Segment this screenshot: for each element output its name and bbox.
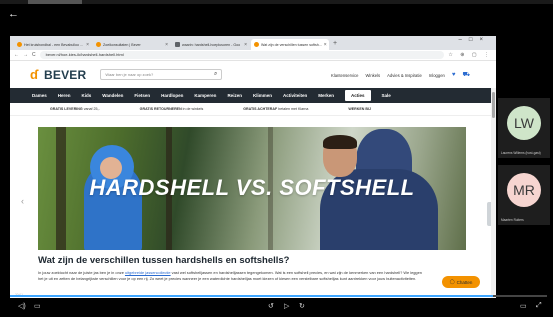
rewind-icon[interactable]: ↺ <box>268 302 274 310</box>
bever-logo[interactable]: ɗ BEVER <box>30 68 86 82</box>
search-input[interactable]: Waar ben je naar op zoek? ⌕ <box>100 69 223 80</box>
browser-tab[interactable]: waarin: hardshell-hoeplusoren - Goo × <box>172 39 250 50</box>
progress-fill <box>10 295 494 297</box>
new-tab-icon[interactable]: + <box>333 40 337 47</box>
article-intro: In jouw zoektocht naar de juiste jas ben… <box>38 270 422 282</box>
back-icon[interactable]: ← <box>14 52 19 58</box>
nav-item[interactable]: Kids <box>82 93 92 98</box>
nav-item[interactable]: Dames <box>32 93 47 98</box>
link-advies[interactable]: Advies & Inspiratie <box>387 73 422 78</box>
scrollbar-thumb[interactable] <box>492 92 495 118</box>
close-tab-icon[interactable]: × <box>165 42 168 48</box>
wishlist-heart-icon[interactable]: ♥ <box>452 72 456 78</box>
benefits-bar: GRATIS LEVERING vanaf 25,- GRATIS RETOUR… <box>10 103 496 116</box>
browser-window: Het kruishondbal - een Bevabulloo ... × Z… <box>10 36 496 298</box>
google-favicon-icon <box>175 42 180 47</box>
close-window-icon[interactable]: × <box>479 37 490 43</box>
browser-toolbar-icons[interactable]: ☆ ⊕ ▢ ⋮ <box>448 52 492 58</box>
browser-tab-active[interactable]: Wat zijn de verschillen tussen softsh...… <box>251 39 329 50</box>
volume-icon[interactable]: ◁) <box>18 302 26 310</box>
bever-favicon-icon <box>96 42 101 47</box>
close-tab-icon[interactable]: × <box>324 42 327 48</box>
site-header: ɗ BEVER Waar ben je naar op zoek? ⌕ Klan… <box>10 61 496 88</box>
tab-bar: Het kruishondbal - een Bevabulloo ... × Z… <box>10 36 496 50</box>
header-links: Klantenservice Winkels Advies & Inspirat… <box>331 71 470 79</box>
benefit: GRATIS LEVERING vanaf 25,- <box>50 107 100 111</box>
nav-item[interactable]: Fietsen <box>134 93 150 98</box>
nav-item[interactable]: Merken <box>318 93 334 98</box>
link-klantenservice[interactable]: Klantenservice <box>331 73 358 78</box>
captions-icon[interactable]: ▭ <box>34 302 41 310</box>
maximize-icon[interactable]: □ <box>469 37 480 43</box>
minimize-icon[interactable]: – <box>459 37 469 43</box>
progress-bar[interactable] <box>10 295 547 297</box>
top-strip-segment <box>28 0 82 4</box>
nav-item[interactable]: Hardlopen <box>161 93 183 98</box>
cart-icon[interactable]: ⛟ <box>462 71 470 79</box>
chat-icon[interactable]: ▭ <box>520 302 527 310</box>
nav-item[interactable]: Klimmen <box>253 93 272 98</box>
benefit-werken-bij[interactable]: WERKEN BIJ <box>348 107 371 111</box>
meeting-player: ← Het kruishondbal - een Bevabulloo ... ×… <box>0 0 553 317</box>
link-winkels[interactable]: Winkels <box>365 73 380 78</box>
bever-favicon-icon <box>17 42 22 47</box>
reload-icon[interactable]: C <box>32 52 36 58</box>
hero-image: HARDSHELL VS. SOFTSHELL <box>38 127 466 250</box>
page-scrollbar[interactable] <box>491 88 496 298</box>
link-inloggen[interactable]: Inloggen <box>429 73 445 78</box>
play-icon[interactable]: ▷ <box>284 302 289 310</box>
nav-item[interactable]: Wandelen <box>102 93 123 98</box>
avatar: LW <box>507 106 541 140</box>
main-nav: Dames Heren Kids Wandelen Fietsen Hardlo… <box>10 88 496 103</box>
jassen-link[interactable]: uitgebreide jassencollectie <box>125 270 171 275</box>
browser-tab[interactable]: Het kruishondbal - een Bevabulloo ... × <box>14 39 92 50</box>
forward-icon[interactable]: ↻ <box>299 302 305 310</box>
window-controls: –□× <box>459 37 490 43</box>
participant-tile[interactable]: MR Maarten Ruiters <box>498 165 550 225</box>
hero-title: HARDSHELL VS. SOFTSHELL <box>89 175 415 200</box>
nav-item[interactable]: Reizen <box>227 93 242 98</box>
browser-tab[interactable]: Zoeikonsultaten | Bever × <box>93 39 171 50</box>
chat-button[interactable]: ◯ Chatten <box>442 276 480 288</box>
nav-item[interactable]: Sale <box>382 93 391 98</box>
chat-bubble-icon: ◯ <box>449 279 455 284</box>
article-title: Wat zijn de verschillen tussen hardshell… <box>38 255 290 266</box>
participant-name: Laurens Willems (host-gast) <box>501 151 541 155</box>
participant-tile[interactable]: LW Laurens Willems (host-gast) <box>498 98 550 158</box>
close-tab-icon[interactable]: × <box>86 42 89 48</box>
benefit: GRATIS ACHTERAF betalen met Klarna <box>243 107 309 111</box>
search-icon[interactable]: ⌕ <box>214 70 217 79</box>
top-strip <box>0 0 553 4</box>
nav-item-active[interactable]: Acties <box>345 90 371 101</box>
address-bar: ← → C bever.nl/hoe-kies-ik/hardshell-har… <box>10 50 496 61</box>
participant-name: Maarten Ruiters <box>501 218 524 222</box>
arrow-left-icon[interactable]: ← <box>8 8 19 20</box>
carousel-prev-icon[interactable]: ‹ <box>21 196 24 206</box>
fullscreen-icon[interactable]: ⤢ <box>536 302 542 310</box>
close-tab-icon[interactable]: × <box>244 42 247 48</box>
nav-item[interactable]: Activiteiten <box>283 93 307 98</box>
bever-logo-icon: ɗ <box>30 66 38 82</box>
bever-favicon-icon <box>254 42 259 47</box>
benefit: GRATIS RETOURNEREN in de winkels <box>139 107 204 111</box>
article: Wat zijn de verschillen tussen hardshell… <box>38 255 466 282</box>
nav-item[interactable]: Kamperen <box>194 93 216 98</box>
avatar: MR <box>507 173 541 207</box>
person-hair <box>323 135 357 149</box>
nav-item[interactable]: Heren <box>58 93 71 98</box>
url-field[interactable]: bever.nl/hoe-kies-ik/hardshell-hardshell… <box>39 51 445 59</box>
forward-icon[interactable]: → <box>23 52 28 58</box>
